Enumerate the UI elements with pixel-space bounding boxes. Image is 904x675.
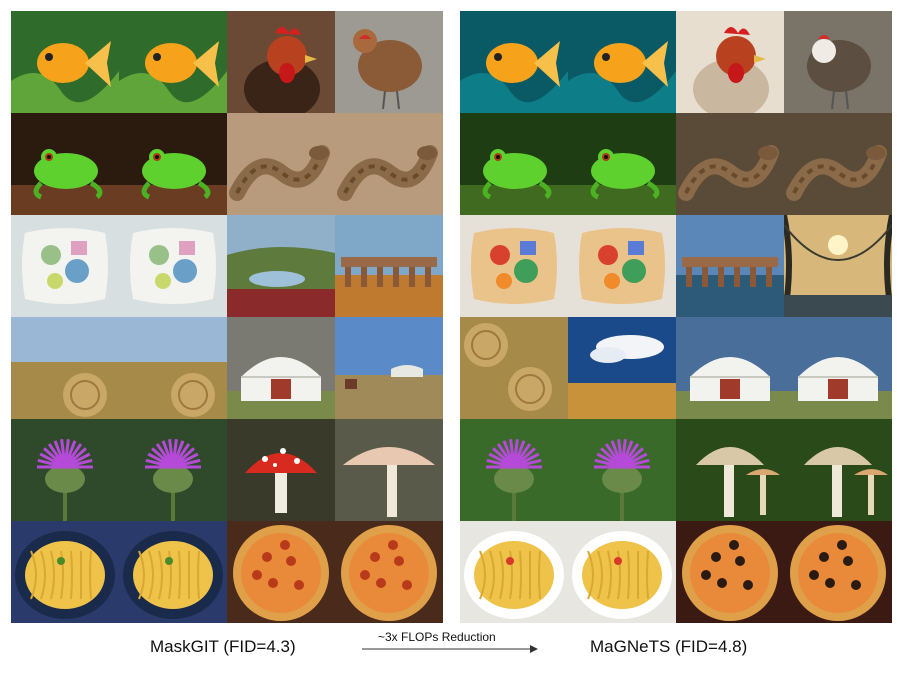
flops-reduction-arrow: ~3x FLOPs Reduction bbox=[360, 630, 540, 660]
left-image-amanita bbox=[227, 419, 335, 521]
right-image-goldfish bbox=[460, 11, 568, 113]
left-image-goldfish bbox=[11, 11, 119, 113]
magnets-image-grid bbox=[460, 11, 892, 623]
left-image-pillow bbox=[11, 215, 119, 317]
left-image-thistle bbox=[11, 419, 119, 521]
right-image-pasta bbox=[568, 521, 676, 623]
right-image-thistle bbox=[568, 419, 676, 521]
right-image-snake bbox=[676, 113, 784, 215]
left-image-pizza bbox=[227, 521, 335, 623]
right-image-pillow bbox=[460, 215, 568, 317]
right-image-mushroom bbox=[676, 419, 784, 521]
right-image-bridge bbox=[784, 215, 892, 317]
right-arrow-icon bbox=[362, 645, 538, 653]
left-image-rooster bbox=[227, 11, 335, 113]
left-image-pasta bbox=[11, 521, 119, 623]
left-image-landscape bbox=[227, 215, 335, 317]
right-image-yurt bbox=[784, 317, 892, 419]
right-image-tree-frog bbox=[568, 113, 676, 215]
right-image-haybale bbox=[460, 317, 568, 419]
right-image-viaduct bbox=[676, 215, 784, 317]
right-image-goldfish bbox=[568, 11, 676, 113]
right-image-pizza bbox=[676, 521, 784, 623]
right-image-snake bbox=[784, 113, 892, 215]
left-image-yurt-field bbox=[335, 317, 443, 419]
maskgit-image-grid bbox=[11, 11, 443, 623]
right-image-sky-field bbox=[568, 317, 676, 419]
right-image-pizza bbox=[784, 521, 892, 623]
left-image-snake bbox=[227, 113, 335, 215]
left-image-pizza bbox=[335, 521, 443, 623]
right-image-pillow bbox=[568, 215, 676, 317]
left-image-hen bbox=[335, 11, 443, 113]
left-image-haybale bbox=[11, 317, 119, 419]
left-image-yurt bbox=[227, 317, 335, 419]
left-image-snake bbox=[335, 113, 443, 215]
left-image-tree-frog bbox=[11, 113, 119, 215]
right-image-yurt bbox=[676, 317, 784, 419]
maskgit-caption: MaskGIT (FID=4.3) bbox=[150, 637, 296, 656]
right-image-pasta bbox=[460, 521, 568, 623]
right-image-tree-frog bbox=[460, 113, 568, 215]
left-image-goldfish bbox=[119, 11, 227, 113]
left-image-viaduct bbox=[335, 215, 443, 317]
left-image-mushroom bbox=[335, 419, 443, 521]
left-image-thistle bbox=[119, 419, 227, 521]
right-image-hen bbox=[784, 11, 892, 113]
left-image-tree-frog bbox=[119, 113, 227, 215]
right-image-rooster bbox=[676, 11, 784, 113]
left-image-pillow bbox=[119, 215, 227, 317]
right-image-thistle bbox=[460, 419, 568, 521]
magnets-caption: MaGNeTS (FID=4.8) bbox=[590, 637, 748, 656]
right-image-mushroom bbox=[784, 419, 892, 521]
left-image-haybale bbox=[119, 317, 227, 419]
left-image-pasta bbox=[119, 521, 227, 623]
